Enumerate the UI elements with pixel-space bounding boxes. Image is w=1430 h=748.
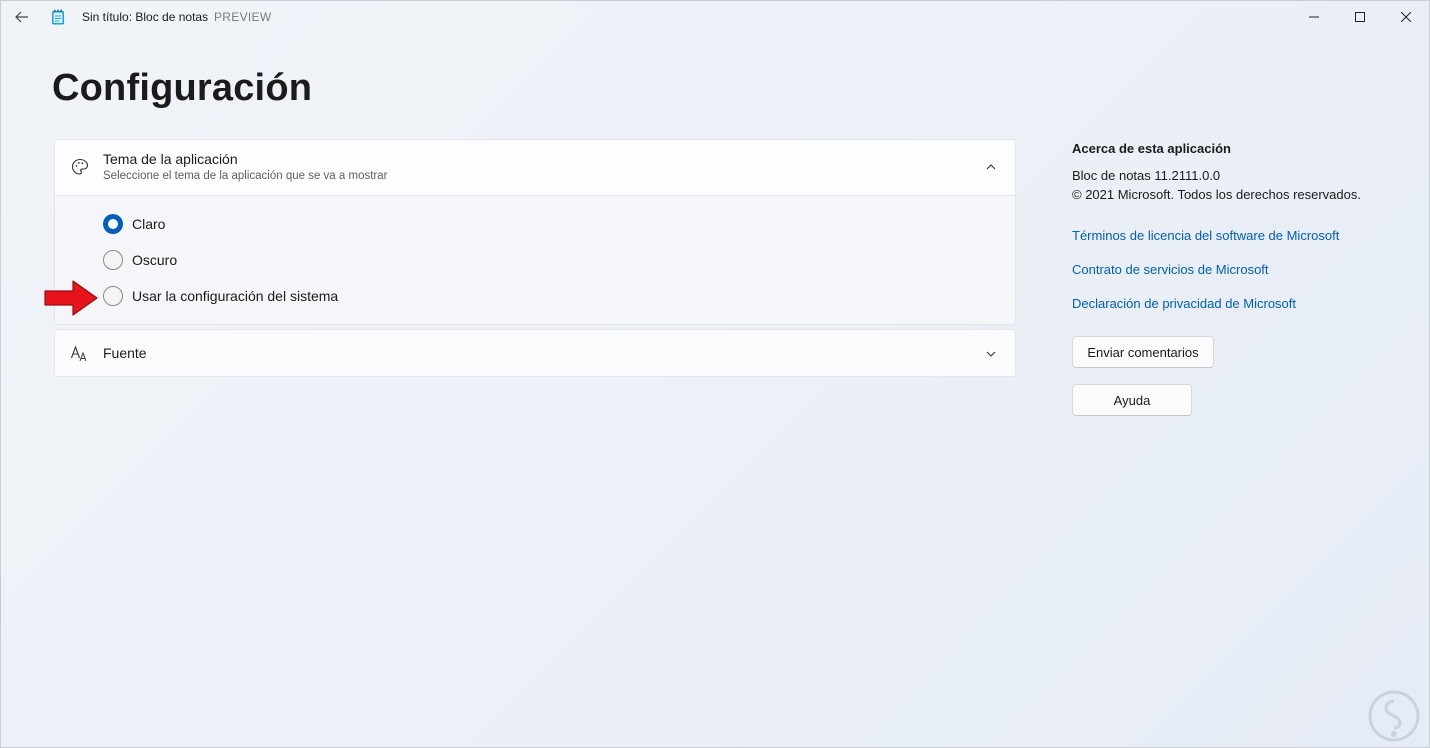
services-agreement-link[interactable]: Contrato de servicios de Microsoft: [1072, 262, 1269, 277]
about-title: Acerca de esta aplicación: [1072, 141, 1231, 156]
radio-dark[interactable]: [103, 250, 123, 270]
preview-tag: PREVIEW: [214, 10, 272, 24]
help-button[interactable]: Ayuda: [1072, 384, 1192, 416]
radio-label: Claro: [132, 216, 166, 232]
license-terms-link[interactable]: Términos de licencia del software de Mic…: [1072, 228, 1339, 243]
about-panel: Acerca de esta aplicación Bloc de notas …: [1072, 141, 1412, 416]
watermark-logo-icon: [1368, 690, 1420, 742]
window-title: Sin título: Bloc de notas: [82, 10, 209, 24]
chevron-down-icon[interactable]: [983, 346, 999, 362]
title-bar: Sin título: Bloc de notas PREVIEW: [1, 1, 1429, 33]
app-version: Bloc de notas 11.2111.0.0: [1072, 168, 1221, 183]
theme-expander: Tema de la aplicación Seleccione el tema…: [54, 139, 1016, 325]
back-arrow-icon: [15, 11, 28, 23]
notepad-settings-window: Sin título: Bloc de notas PREVIEW Config…: [0, 0, 1430, 748]
theme-expander-header[interactable]: Tema de la aplicación Seleccione el tema…: [55, 140, 1015, 196]
notepad-icon: [51, 9, 65, 25]
send-feedback-button[interactable]: Enviar comentarios: [1072, 336, 1214, 368]
theme-option-system[interactable]: Usar la configuración del sistema: [103, 285, 338, 307]
palette-icon: [71, 158, 89, 175]
minimize-button[interactable]: [1291, 1, 1337, 33]
radio-system[interactable]: [103, 286, 123, 306]
privacy-statement-link[interactable]: Declaración de privacidad de Microsoft: [1072, 296, 1296, 311]
radio-label: Oscuro: [132, 252, 178, 268]
page-title: Configuración: [52, 67, 313, 109]
maximize-icon: [1355, 12, 1365, 22]
font-title: Fuente: [103, 345, 147, 361]
close-icon: [1401, 12, 1411, 22]
theme-title: Tema de la aplicación: [103, 151, 238, 167]
annotation-arrow-icon: [44, 280, 98, 316]
theme-options: Claro Oscuro Usar la configuración del s…: [55, 196, 1015, 324]
back-button[interactable]: [11, 7, 33, 27]
chevron-up-icon[interactable]: [983, 159, 999, 175]
minimize-icon: [1309, 16, 1319, 18]
font-expander[interactable]: Fuente: [54, 329, 1016, 377]
maximize-button[interactable]: [1337, 1, 1383, 33]
close-button[interactable]: [1383, 1, 1429, 33]
radio-light[interactable]: [103, 214, 123, 234]
theme-subtitle: Seleccione el tema de la aplicación que …: [103, 170, 388, 182]
copyright-text: © 2021 Microsoft. Todos los derechos res…: [1072, 187, 1361, 202]
font-icon: [70, 345, 87, 362]
radio-label: Usar la configuración del sistema: [132, 288, 339, 304]
theme-option-light[interactable]: Claro: [103, 213, 165, 235]
theme-option-dark[interactable]: Oscuro: [103, 249, 177, 271]
